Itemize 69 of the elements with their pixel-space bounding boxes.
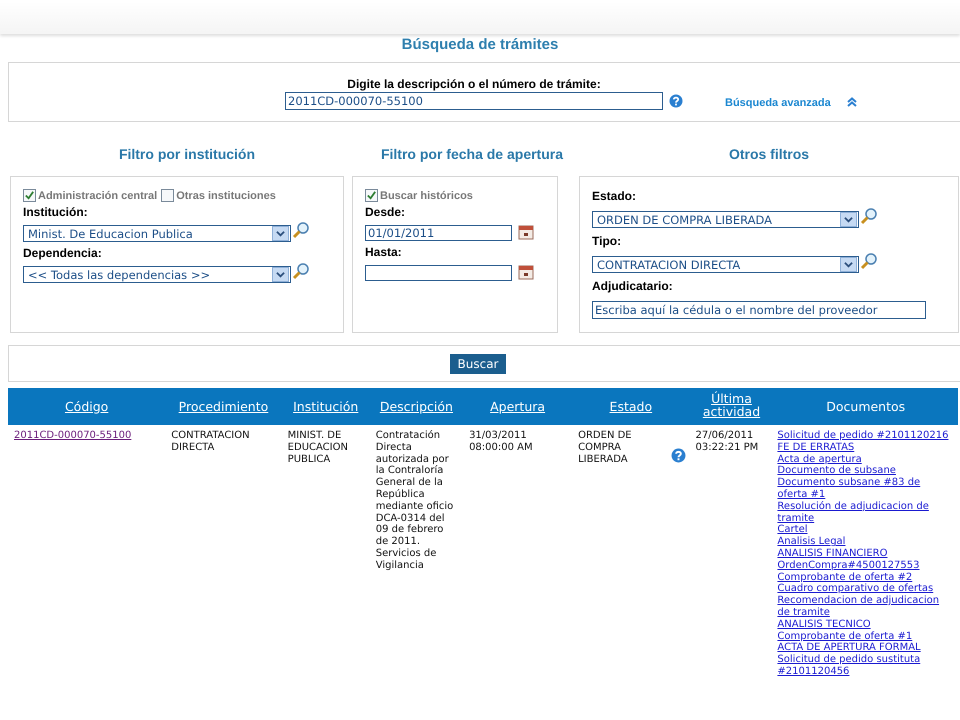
field-label: Estado: — [592, 189, 638, 203]
document-link[interactable]: Resolución de adjudicacion de tramite — [777, 500, 952, 524]
document-link[interactable]: OrdenCompra#4500127553 — [777, 560, 952, 572]
document-link[interactable]: Documento de subsane — [777, 465, 952, 478]
column-header: Documentos — [826, 398, 906, 414]
advanced-search-link[interactable]: Búsqueda avanzada — [725, 97, 831, 109]
dropdown[interactable]: << Todas las dependencias >> — [23, 266, 291, 283]
document-link[interactable]: ANALISIS FINANCIERO — [777, 548, 952, 560]
document-link[interactable]: Comprobante de oferta #1 — [777, 630, 952, 642]
caret-icon[interactable] — [840, 257, 857, 272]
filter-heading: Otros filtros — [728, 146, 810, 164]
checkbox[interactable] — [161, 189, 174, 202]
page-title: Búsqueda de trámites — [400, 36, 560, 55]
search-icon[interactable] — [860, 207, 878, 225]
document-link[interactable]: ANALISIS TECNICO — [777, 618, 952, 631]
column-header-link[interactable]: Estado — [610, 400, 652, 412]
search-icon[interactable] — [292, 221, 310, 239]
help-icon[interactable] — [670, 448, 686, 463]
search-button[interactable]: Buscar — [450, 354, 506, 374]
field-label: Dependencia: — [23, 246, 103, 260]
document-link[interactable]: Acta de apertura — [777, 454, 952, 466]
document-link[interactable]: Documento subsane #83 de oferta #1 — [777, 477, 952, 501]
caret-icon[interactable] — [272, 226, 289, 241]
search-icon[interactable] — [860, 252, 878, 270]
help-icon[interactable] — [669, 94, 683, 108]
search-field[interactable]: 2011CD-000070-55100 — [285, 92, 663, 110]
calendar-icon[interactable] — [518, 264, 534, 280]
filter-heading: Filtro por institución — [118, 146, 256, 164]
checkbox[interactable] — [23, 189, 36, 202]
field-label: Adjudicatario: — [592, 279, 674, 293]
supplier-field[interactable]: Escriba aquí la cédula o el nombre del proveedor — [592, 301, 926, 319]
dropdown[interactable]: CONTRATACION DIRECTA — [592, 256, 859, 273]
checkbox-label: Buscar históricos — [380, 190, 473, 202]
search-label: Digite la descripción o el número de trámite: — [347, 77, 601, 91]
table-cell-text: MINIST. DE EDUCACION PUBLICA — [288, 430, 349, 466]
document-link[interactable]: Cuadro comparativo de ofertas — [777, 583, 952, 596]
checkbox-label: Administración central — [38, 190, 158, 202]
checkbox[interactable] — [365, 189, 378, 202]
chevron-up-icon[interactable] — [847, 97, 857, 107]
table-cell-text: 31/03/2011 08:00:00 AM — [469, 430, 534, 454]
field-label: Tipo: — [592, 234, 622, 248]
code-link[interactable]: 2011CD-000070-55100 — [14, 430, 132, 441]
document-link[interactable]: FE DE ERRATAS — [777, 442, 952, 454]
document-link[interactable]: Solicitud de pedido sustituta #2101120456 — [777, 654, 952, 678]
checkbox-label: Otras instituciones — [176, 190, 276, 202]
table-cell-text: CONTRATACION DIRECTA — [171, 430, 251, 454]
calendar-icon[interactable] — [518, 224, 534, 240]
table-cell-text: 27/06/2011 03:22:21 PM — [696, 430, 760, 454]
search-icon[interactable] — [292, 262, 310, 280]
caret-icon[interactable] — [840, 212, 857, 227]
document-link[interactable]: Solicitud de pedido #2101120216 — [777, 430, 952, 442]
document-link[interactable]: Analisis Legal — [777, 536, 952, 548]
field-label: Institución: — [23, 205, 89, 219]
field-label: Desde: — [365, 205, 406, 219]
filter-heading: Filtro por fecha de apertura — [380, 146, 564, 164]
column-header-link[interactable]: Apertura — [490, 400, 546, 412]
dropdown[interactable]: Minist. De Educacion Publica — [23, 225, 291, 242]
table-cell-text: ORDEN DE COMPRA LIBERADA — [578, 430, 633, 466]
date-field[interactable]: 01/01/2011 — [365, 225, 512, 241]
document-link[interactable]: Cartel — [777, 524, 952, 536]
caret-icon[interactable] — [272, 267, 289, 282]
document-link[interactable]: ACTA DE APERTURA FORMAL — [777, 642, 952, 654]
document-link[interactable]: Comprobante de oferta #2 — [777, 572, 952, 584]
field-label: Hasta: — [365, 245, 403, 259]
date-field[interactable] — [365, 265, 512, 281]
column-header-link[interactable]: Código — [64, 400, 108, 412]
document-link[interactable]: Recomendacion de adjudicacion de tramite — [777, 595, 952, 619]
table-cell-text: Contratación Directa autorizada por la Contraloría General de la República mediante oficio DCA-0314 del 09 de febrero de 2011. Servicios de Vigilancia — [376, 430, 454, 572]
dropdown[interactable]: ORDEN DE COMPRA LIBERADA — [592, 211, 859, 228]
